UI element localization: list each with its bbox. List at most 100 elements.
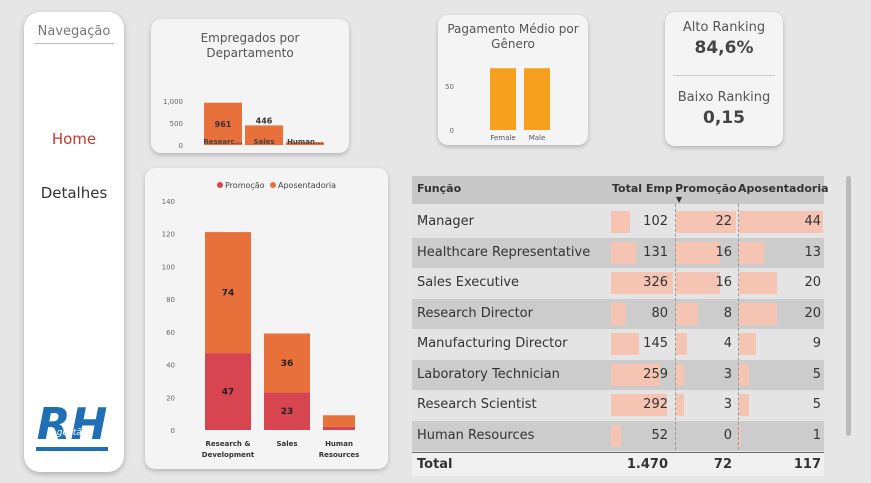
total-bar	[611, 211, 631, 233]
x-tick-label: Human	[325, 440, 353, 448]
x-tick-label: Research &	[206, 440, 251, 448]
table-row[interactable]: Sales Executive 326 16 20	[412, 268, 824, 299]
x-tick-label: Human...	[287, 138, 323, 146]
legend-marker	[217, 182, 223, 188]
cell-apos: 1	[812, 427, 821, 443]
cell-funcao: Research Director	[417, 305, 533, 321]
header-total-emp[interactable]: Total Emp	[612, 182, 673, 195]
legend-label: Promoção	[225, 181, 265, 190]
cell-promo: 22	[715, 214, 732, 229]
x-tick-label: Resources	[319, 451, 360, 459]
apos-bar	[739, 302, 778, 325]
header-aposentadoria[interactable]: Aposentadoria	[738, 182, 829, 195]
y-tick-label: 80	[166, 296, 175, 304]
data-label: 446	[256, 116, 273, 125]
cell-total: 131	[643, 244, 668, 260]
cell-promo: 3	[723, 366, 732, 382]
cell-apos: 13	[804, 244, 821, 260]
table-row[interactable]: Research Director 80 8 20	[412, 298, 824, 329]
table-row[interactable]: Laboratory Technician 259 3 5	[412, 359, 824, 390]
avg-pay-by-gender-chart: 50 0 Female Male	[445, 68, 550, 142]
rh-logo: RH gestão	[36, 397, 108, 455]
x-tick-label: Sales	[253, 138, 274, 146]
data-label: 74	[222, 289, 235, 299]
nav-details-button[interactable]: Detalhes	[24, 184, 124, 202]
total-label: Total	[417, 457, 453, 472]
table-row[interactable]: Manufacturing Director 145 4 9	[412, 329, 824, 360]
x-tick-label: Researc...	[203, 138, 242, 146]
high-ranking-label: Alto Ranking	[682, 20, 766, 35]
cell-promo: 3	[723, 397, 732, 412]
cell-apos: 5	[812, 366, 821, 382]
table-total-row: Total 1.470 72 117	[412, 452, 824, 476]
cell-apos: 9	[812, 336, 821, 351]
table-header: Função Total Emp Promoção Aposentadoria …	[412, 176, 829, 204]
cell-funcao: Research Scientist	[417, 397, 537, 412]
cell-apos: 44	[804, 214, 821, 229]
y-tick-label: 140	[162, 198, 175, 206]
promotion-retirement-chart: Promoção Aposentadoria 140 120 100 80 60 40 20 0 4…	[162, 181, 360, 459]
y-tick-label: 40	[166, 362, 175, 370]
bar	[524, 68, 550, 130]
total-bar	[611, 333, 639, 355]
header-promocao[interactable]: Promoção	[675, 182, 737, 195]
total-bar	[611, 424, 621, 447]
y-tick-label: 50	[445, 83, 454, 91]
total-bar	[611, 302, 627, 325]
cell-total: 102	[643, 214, 668, 229]
apos-bar	[739, 272, 778, 294]
promo-bar	[676, 394, 685, 416]
cell-total: 52	[651, 427, 668, 443]
high-ranking-value: 84,6%	[694, 38, 754, 58]
nav-home-button[interactable]: Home	[24, 130, 124, 148]
cell-promo: 0	[723, 427, 732, 443]
y-tick-label: 0	[450, 127, 454, 135]
column-divider	[675, 204, 676, 450]
cell-funcao: Manufacturing Director	[417, 336, 568, 351]
total-emp: 1.470	[626, 457, 668, 472]
total-apos: 117	[793, 457, 821, 472]
cell-total: 80	[651, 305, 668, 321]
data-label: 36	[281, 359, 294, 369]
cell-funcao: Healthcare Representative	[417, 244, 591, 260]
table-row[interactable]: Human Resources 52 0 1	[412, 420, 824, 451]
cell-apos: 20	[804, 275, 821, 290]
apos-bar	[739, 394, 749, 416]
cell-promo: 16	[715, 244, 732, 260]
logo-sub: gestão	[57, 428, 88, 438]
table-row[interactable]: Healthcare Representative 131 16 13	[412, 237, 824, 268]
cell-funcao: Manager	[417, 214, 474, 229]
cell-apos: 20	[804, 305, 821, 321]
x-tick-label: Female	[490, 134, 515, 142]
nav-title: Navegação	[37, 24, 111, 39]
employees-by-dept-chart: 1,000 500 0 961 Researc... 446 Sales Human...	[163, 98, 324, 150]
promo-bar	[676, 363, 685, 386]
table-scrollbar[interactable]	[846, 176, 851, 436]
data-label: 23	[281, 407, 294, 417]
x-tick-label: Male	[529, 134, 546, 142]
table-row[interactable]: Research Scientist 292 3 5	[412, 390, 824, 421]
cell-promo: 16	[715, 275, 732, 290]
avg-pay-by-gender-card: Pagamento Médio por Gênero 50 0 Female Male	[438, 15, 588, 145]
table-row[interactable]: Manager 102 22 44	[412, 207, 824, 238]
sort-desc-icon: ▼	[676, 195, 683, 204]
apos-bar	[739, 333, 757, 355]
bar	[323, 426, 355, 430]
bar	[490, 68, 516, 130]
total-promo: 72	[713, 457, 732, 472]
cell-total: 326	[643, 275, 668, 290]
low-ranking-value: 0,15	[703, 108, 745, 128]
employees-by-dept-card: Empregados por Departamento 1,000 500 0 961…	[151, 19, 349, 153]
y-tick-label: 60	[166, 329, 175, 337]
promo-bar	[676, 333, 687, 355]
cell-funcao: Human Resources	[417, 427, 535, 443]
y-tick-label: 120	[162, 231, 175, 239]
data-label: 961	[215, 120, 232, 129]
column-divider	[738, 204, 739, 450]
cell-total: 145	[643, 336, 668, 351]
cell-promo: 4	[723, 336, 732, 351]
navigation-panel: Navegação Home Detalhes RH gestão	[24, 12, 124, 472]
header-funcao[interactable]: Função	[417, 182, 461, 195]
total-bar	[611, 241, 636, 264]
promo-bar	[676, 241, 720, 264]
